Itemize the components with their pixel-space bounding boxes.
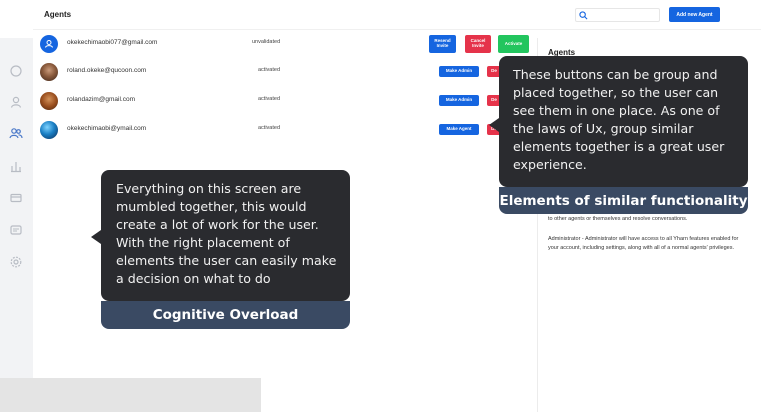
- inbox-icon[interactable]: [9, 223, 23, 237]
- sidebar: [0, 38, 33, 378]
- search-input[interactable]: [575, 8, 660, 22]
- cognitive-overload-callout: Everything on this screen are mumbled to…: [101, 170, 350, 301]
- table-row: roland.okeke@qucoon.com activated Make A…: [33, 58, 537, 87]
- agent-status: activated: [258, 96, 281, 102]
- table-row: okekechimaobi@ymail.com activated Make A…: [33, 116, 537, 145]
- chat-icon[interactable]: [9, 64, 23, 78]
- settings-icon[interactable]: [9, 255, 23, 269]
- agent-status: activated: [258, 125, 281, 131]
- table-row: rolandazim@gmail.com activated Make Admi…: [33, 87, 537, 116]
- activate-button[interactable]: Activate: [498, 35, 529, 53]
- agent-status: activated: [258, 67, 281, 73]
- card-icon[interactable]: [9, 191, 23, 205]
- cancel-invite-button[interactable]: Cancel Invite: [465, 35, 491, 53]
- agent-email: roland.okeke@qucoon.com: [67, 67, 147, 74]
- chart-icon[interactable]: [9, 159, 23, 173]
- user-placeholder-icon: [45, 40, 53, 48]
- callout-pointer: [91, 230, 101, 244]
- agent-email: okekechimaobi@ymail.com: [67, 125, 147, 132]
- team-icon[interactable]: [9, 126, 23, 140]
- callout-label: Elements of similar functionality: [499, 187, 748, 214]
- callout-text: These buttons can be group and placed to…: [513, 67, 725, 172]
- avatar: [40, 35, 58, 53]
- avatar: [40, 63, 58, 81]
- agent-status: unvalidated: [252, 39, 281, 45]
- callout-text: Everything on this screen are mumbled to…: [116, 181, 337, 286]
- agent-email: okekechimaobi077@gmail.com: [67, 39, 158, 46]
- callout-pointer: [489, 118, 499, 132]
- avatar: [40, 121, 58, 139]
- agent-role-description: to other agents or themselves and resolv…: [548, 216, 688, 222]
- page-title: Agents: [44, 10, 72, 19]
- callout-label: Cognitive Overload: [101, 301, 350, 329]
- table-row: okekechimaobi077@gmail.com unvalidated R…: [33, 30, 537, 59]
- make-admin-button[interactable]: Make Admin: [439, 95, 479, 106]
- avatar: [40, 92, 58, 110]
- make-agent-button[interactable]: Make Agent: [439, 124, 479, 135]
- resend-invite-button[interactable]: Resend Invite: [429, 35, 456, 53]
- search-icon: [579, 11, 588, 20]
- footer-area: [0, 378, 261, 412]
- user-icon[interactable]: [9, 95, 23, 109]
- similar-elements-callout: These buttons can be group and placed to…: [499, 56, 748, 187]
- agent-email: rolandazim@gmail.com: [67, 96, 136, 103]
- make-admin-button[interactable]: Make Admin: [439, 66, 479, 77]
- admin-role-description: Administrator - Administrator will have …: [548, 236, 739, 251]
- add-agent-button[interactable]: Add new Agent: [669, 7, 720, 22]
